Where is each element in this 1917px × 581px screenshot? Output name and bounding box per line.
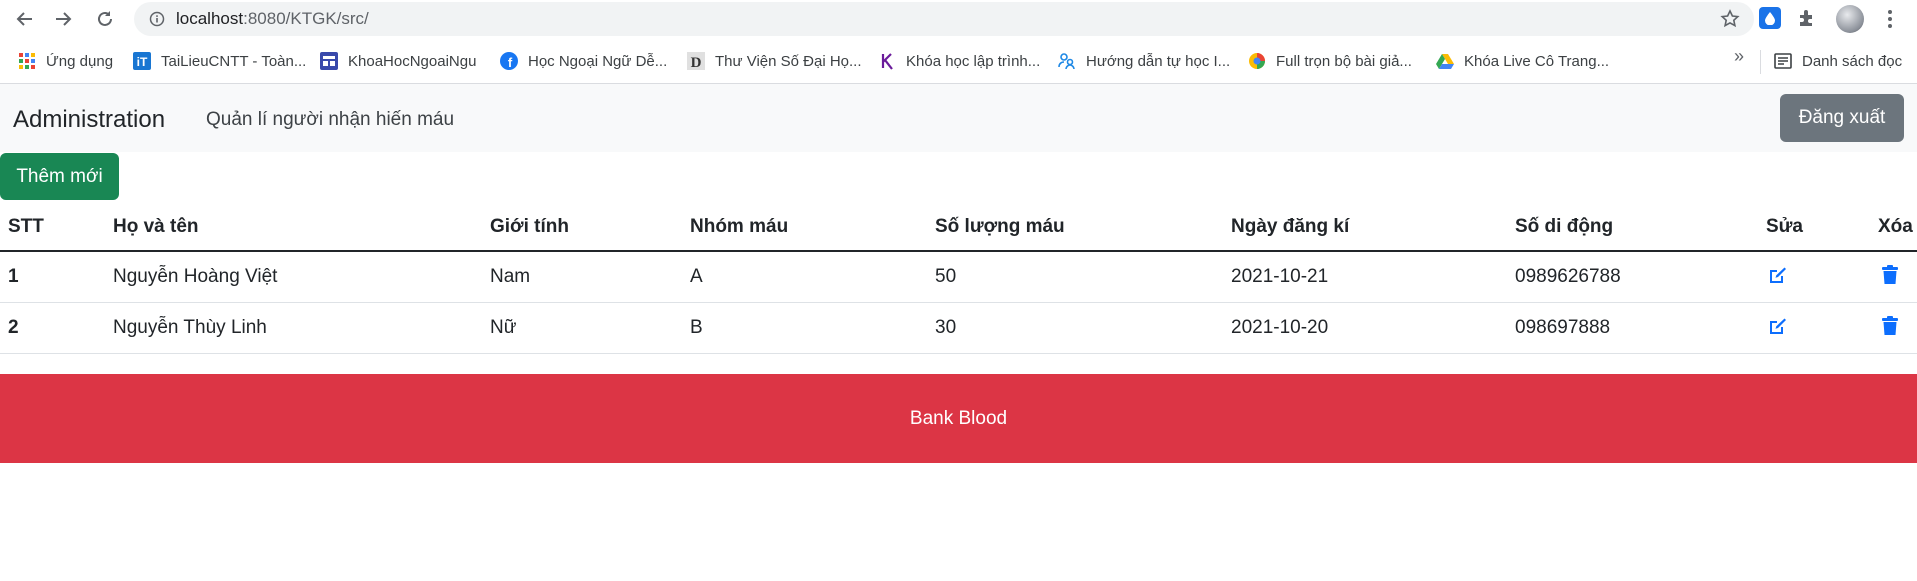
column-header-name: Họ và tên	[105, 203, 482, 252]
column-header-blood-amount: Số lượng máu	[927, 203, 1223, 252]
site-info-icon[interactable]	[148, 10, 166, 28]
extensions-puzzle-icon[interactable]	[1797, 8, 1817, 33]
bookmark-star-icon[interactable]	[1720, 9, 1740, 34]
cell-gender: Nam	[482, 251, 682, 303]
library-d-icon: D	[687, 52, 705, 70]
back-arrow-icon[interactable]	[10, 4, 40, 34]
bookmark-label: Ứng dụng	[46, 52, 114, 70]
bookmarks-overflow-icon[interactable]: »	[1734, 46, 1744, 67]
url-text: localhost:8080/KTGK/src/	[176, 9, 369, 28]
bookmark-label: Khóa Live Cô Trang...	[1464, 52, 1610, 70]
reading-list-label: Danh sách đọc	[1802, 52, 1903, 70]
address-bar[interactable]: localhost:8080/KTGK/src/	[134, 2, 1754, 36]
trash-icon[interactable]	[1878, 263, 1902, 287]
edit-icon[interactable]	[1766, 314, 1790, 338]
cell-blood-group: A	[682, 251, 927, 303]
cell-blood-amount: 50	[927, 251, 1223, 303]
nav-link-donor-management[interactable]: Quản lí người nhận hiến máu	[206, 109, 454, 131]
menu-dots-icon[interactable]	[1880, 4, 1900, 34]
table-row: 1 Nguyễn Hoàng Việt Nam A 50 2021-10-21 …	[0, 251, 1917, 303]
google-drive-icon	[1436, 52, 1454, 70]
cell-phone: 0989626788	[1507, 251, 1758, 303]
bookmark-khoahoclaptrinh[interactable]: Khóa học lập trình...	[878, 49, 1040, 73]
profile-avatar[interactable]	[1836, 5, 1864, 33]
k-logo-icon	[878, 52, 896, 70]
reload-icon[interactable]	[90, 4, 120, 34]
bookmark-fulltronbo[interactable]: Full trọn bộ bài giả...	[1248, 49, 1412, 73]
column-header-stt: STT	[0, 203, 105, 252]
bookmark-label: Hướng dẫn tự học I...	[1086, 52, 1231, 70]
bookmarks-bar: Ứng dụng iT TaiLieuCNTT - Toàn... KhoaHo…	[0, 39, 1917, 84]
bookmark-label: Thư Viện Số Đại Họ...	[715, 52, 862, 70]
bookmark-label: Học Ngoại Ngữ Dễ...	[528, 52, 668, 70]
water-drop-extension-icon[interactable]	[1759, 7, 1781, 29]
column-header-gender: Giới tính	[482, 203, 682, 252]
table-row: 2 Nguyễn Thùy Linh Nữ B 30 2021-10-20 09…	[0, 302, 1917, 354]
column-header-delete: Xóa	[1870, 203, 1917, 252]
tailieu-icon: iT	[133, 52, 151, 70]
column-header-phone: Số di động	[1507, 203, 1758, 252]
donor-table: STT Họ và tên Giới tính Nhóm máu Số lượn…	[0, 203, 1917, 354]
cell-register-date: 2021-10-20	[1223, 302, 1507, 354]
column-header-blood-group: Nhóm máu	[682, 203, 927, 252]
cell-name: Nguyễn Hoàng Việt	[105, 251, 482, 303]
reading-list[interactable]: Danh sách đọc	[1774, 49, 1902, 73]
people-icon	[1058, 52, 1076, 70]
svg-text:iT: iT	[137, 55, 148, 69]
column-header-register-date: Ngày đăng kí	[1223, 203, 1507, 252]
cell-blood-amount: 30	[927, 302, 1223, 354]
footer-text: Bank Blood	[909, 407, 1008, 429]
cell-register-date: 2021-10-21	[1223, 251, 1507, 303]
brand-title[interactable]: Administration	[13, 106, 165, 134]
bookmark-label: TaiLieuCNTT - Toàn...	[161, 52, 307, 70]
cell-phone: 098697888	[1507, 302, 1758, 354]
logout-button[interactable]: Đăng xuất	[1780, 94, 1904, 142]
column-header-edit: Sửa	[1758, 203, 1870, 252]
browser-toolbar: localhost:8080/KTGK/src/	[0, 0, 1917, 39]
bookmark-label: Khóa học lập trình...	[906, 52, 1041, 70]
footer-banner: Bank Blood	[0, 374, 1917, 463]
color-circle-icon	[1248, 52, 1266, 70]
cell-delete	[1870, 302, 1917, 354]
app-navbar: Administration Quản lí người nhận hiến m…	[0, 84, 1917, 152]
page-icon	[320, 52, 338, 70]
bookmark-hocngoaingu[interactable]: f Học Ngoại Ngữ Dễ...	[500, 49, 667, 73]
add-new-button[interactable]: Thêm mới	[0, 153, 119, 200]
bookmark-label: KhoaHocNgoaiNgu	[348, 52, 477, 70]
bookmarks-separator	[1760, 50, 1761, 74]
cell-stt: 2	[0, 302, 105, 354]
trash-icon[interactable]	[1878, 314, 1902, 338]
forward-arrow-icon[interactable]	[48, 4, 78, 34]
cell-delete	[1870, 251, 1917, 303]
bookmark-huongdan[interactable]: Hướng dẫn tự học I...	[1058, 49, 1230, 73]
bookmark-thuvienso[interactable]: D Thư Viện Số Đại Họ...	[687, 49, 862, 73]
cell-edit	[1758, 251, 1870, 303]
bookmark-khoalive[interactable]: Khóa Live Cô Trang...	[1436, 49, 1609, 73]
bookmark-apps[interactable]: Ứng dụng	[18, 49, 113, 73]
reading-list-icon	[1774, 52, 1792, 70]
edit-icon[interactable]	[1766, 263, 1790, 287]
apps-grid-icon	[18, 52, 36, 70]
cell-edit	[1758, 302, 1870, 354]
cell-blood-group: B	[682, 302, 927, 354]
cell-stt: 1	[0, 251, 105, 303]
cell-gender: Nữ	[482, 302, 682, 354]
facebook-icon: f	[500, 52, 518, 70]
cell-name: Nguyễn Thùy Linh	[105, 302, 482, 354]
bookmark-khoahocngoaingu[interactable]: KhoaHocNgoaiNgu	[320, 49, 476, 73]
svg-text:f: f	[508, 55, 513, 70]
bookmark-tailieucntt[interactable]: iT TaiLieuCNTT - Toàn...	[133, 49, 306, 73]
bookmark-label: Full trọn bộ bài giả...	[1276, 52, 1412, 70]
table-header-row: STT Họ và tên Giới tính Nhóm máu Số lượn…	[0, 203, 1917, 252]
svg-text:D: D	[691, 55, 702, 70]
